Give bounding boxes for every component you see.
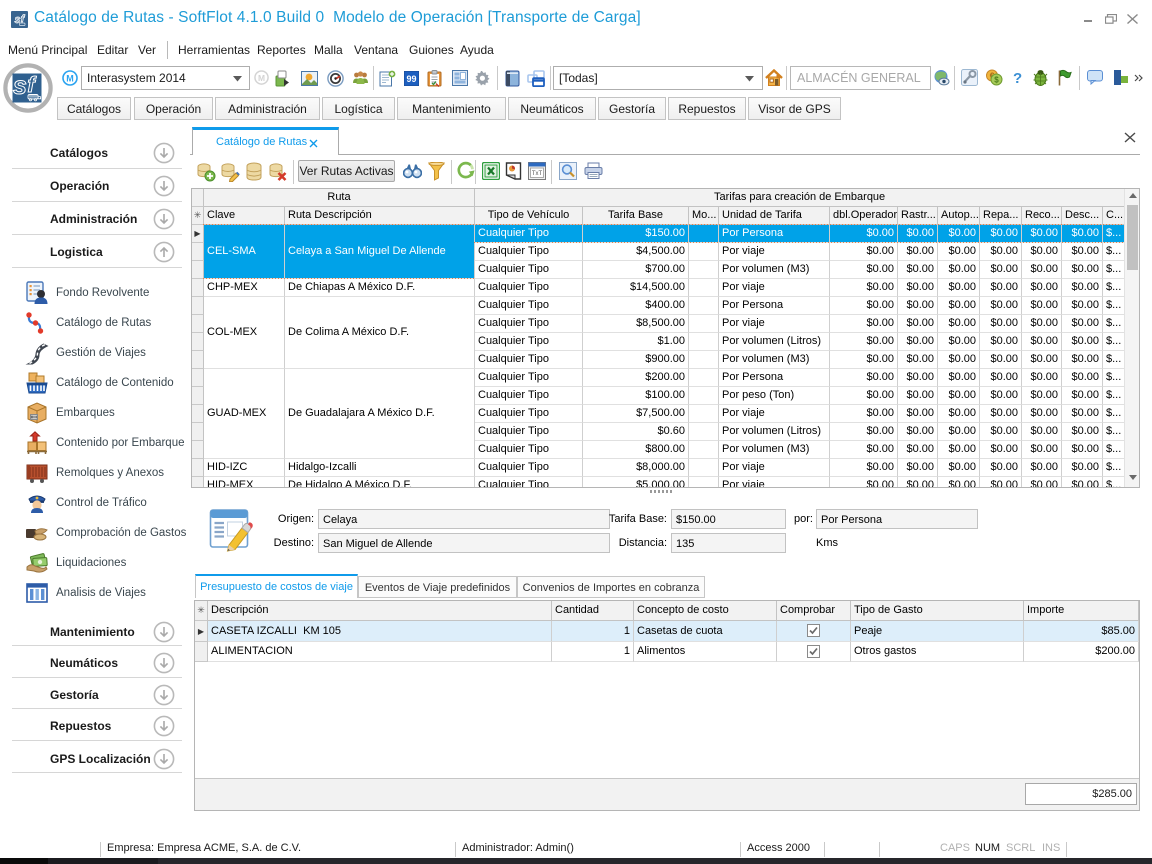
svg-text:$: $: [994, 76, 999, 85]
svg-text:M: M: [258, 73, 265, 83]
svg-text:s: s: [13, 72, 27, 100]
svg-text:TxT: TxT: [532, 171, 543, 177]
svg-text:M: M: [66, 74, 74, 84]
svg-text:99: 99: [406, 74, 416, 84]
